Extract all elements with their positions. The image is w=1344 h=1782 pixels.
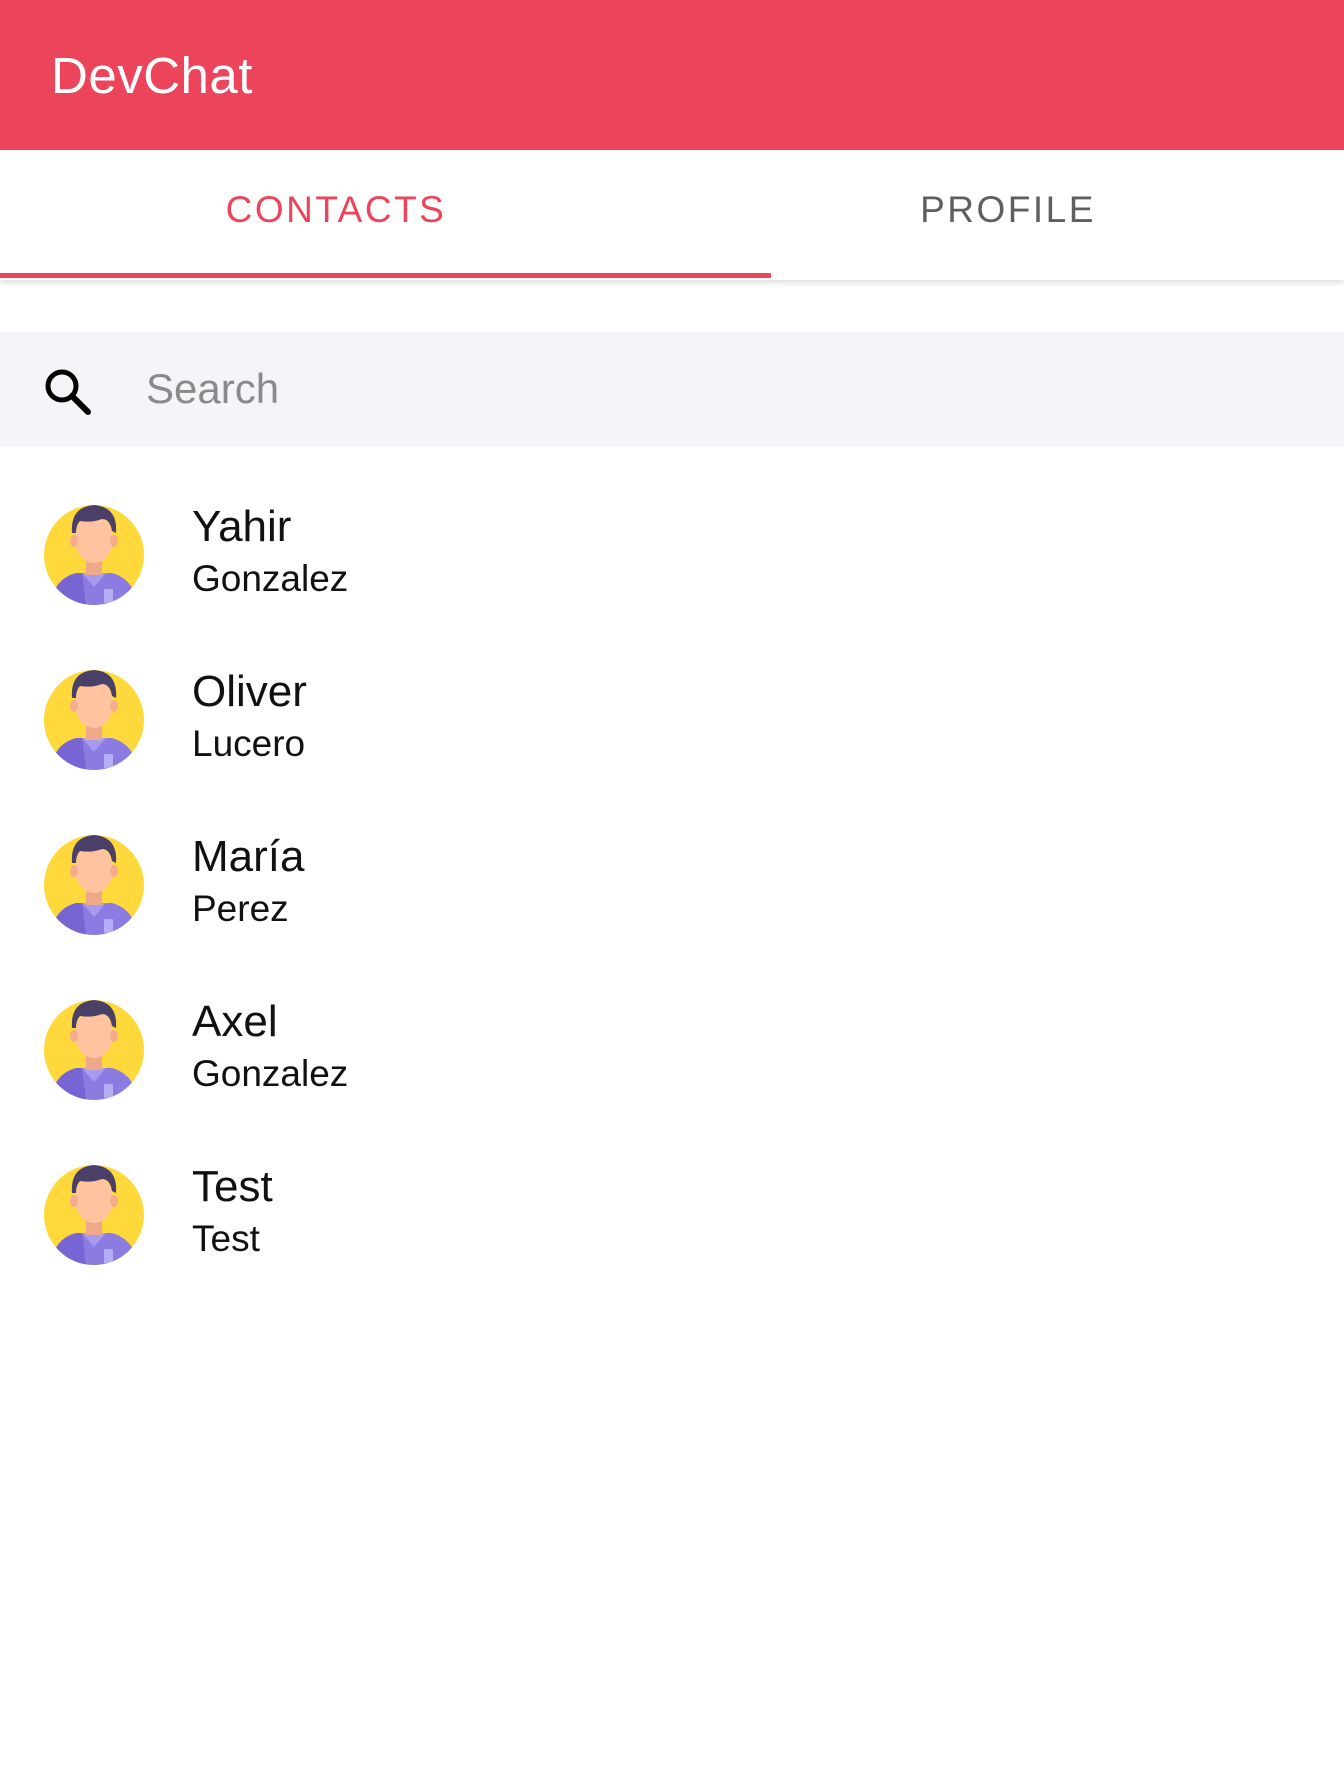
tab-profile[interactable]: PROFILE <box>672 150 1344 280</box>
tab-bar: CONTACTS PROFILE <box>0 150 1344 280</box>
search-input[interactable] <box>146 354 1296 424</box>
contact-first-name: Test <box>192 1162 273 1211</box>
avatar <box>42 992 146 1100</box>
avatar <box>42 1157 146 1265</box>
avatar <box>42 497 146 605</box>
contact-item[interactable]: María Perez <box>0 792 1344 957</box>
contact-last-name: Gonzalez <box>192 1053 349 1094</box>
search-icon[interactable] <box>42 366 94 418</box>
active-tab-indicator <box>0 273 771 278</box>
contact-item[interactable]: Axel Gonzalez <box>0 957 1344 1122</box>
avatar <box>42 827 146 935</box>
contact-first-name: María <box>192 832 305 881</box>
avatar <box>42 662 146 770</box>
contact-last-name: Test <box>192 1218 260 1259</box>
tab-contacts[interactable]: CONTACTS <box>0 150 672 280</box>
contact-last-name: Perez <box>192 888 289 929</box>
contact-first-name: Yahir <box>192 502 292 551</box>
contact-first-name: Oliver <box>192 667 307 716</box>
search-bar <box>0 332 1344 447</box>
app-title: DevChat <box>51 46 253 104</box>
contact-item[interactable]: Test Test <box>0 1122 1344 1287</box>
app-bar: DevChat <box>0 0 1344 150</box>
contact-item[interactable]: Yahir Gonzalez <box>0 462 1344 627</box>
contact-first-name: Axel <box>192 997 278 1046</box>
contact-list: Yahir Gonzalez Oliver Lucero María Perez… <box>0 462 1344 1287</box>
contact-last-name: Lucero <box>192 723 306 764</box>
contact-last-name: Gonzalez <box>192 558 349 599</box>
contact-item[interactable]: Oliver Lucero <box>0 627 1344 792</box>
